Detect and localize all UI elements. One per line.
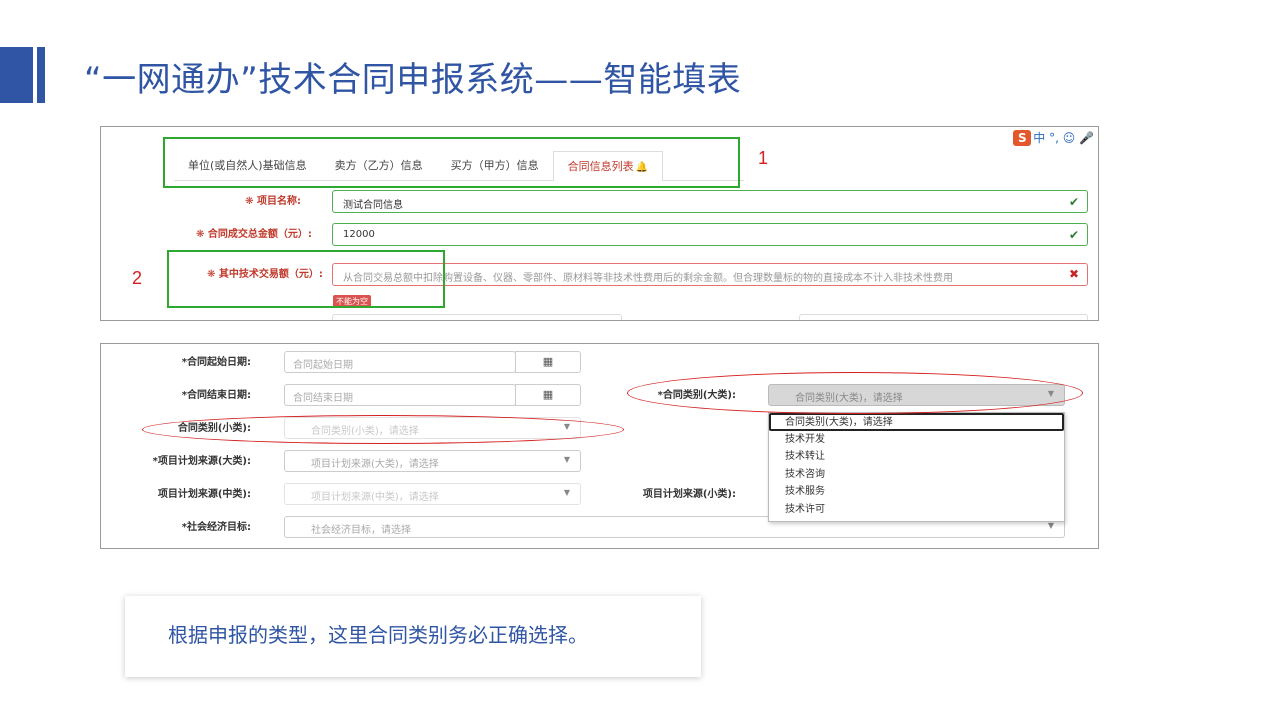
slide-title: “一网通办”技术合同申报系统——智能填表 <box>84 60 742 100</box>
note-box: 根据申报的类型，这里合同类别务必正确选择。 <box>125 596 701 677</box>
plan-source-minor-label: 项目计划来源(小类): <box>642 489 736 500</box>
plan-source-mid-label: 项目计划来源(中类): <box>157 489 251 500</box>
dropdown-option[interactable]: 技术咨询 <box>769 466 1064 484</box>
check-icon: ✔ <box>1068 228 1079 242</box>
contract-info-screenshot: S中 °, ☺ 🎤 单位(或自然人)基础信息 卖方（乙方）信息 买方（甲方）信息… <box>100 126 1099 321</box>
caret-down-icon: ▼ <box>1047 521 1054 530</box>
next-field-stub <box>799 314 1088 320</box>
note-text: 根据申报的类型，这里合同类别务必正确选择。 <box>168 623 588 647</box>
highlight-ellipse-category-major <box>627 372 1083 414</box>
dropdown-option[interactable]: 技术转让 <box>769 448 1064 466</box>
calendar-icon[interactable]: ▦ <box>515 384 581 406</box>
tech-amount-input[interactable]: 从合同交易总额中扣除购置设备、仪器、零部件、原材料等非技术性费用后的剩余金额。但… <box>332 263 1088 286</box>
title-accent-bar-thin <box>37 47 45 103</box>
next-field-stub <box>332 314 622 320</box>
end-date-label: *合同结束日期: <box>181 390 251 401</box>
highlight-ellipse-category-minor <box>142 415 624 444</box>
end-date-input[interactable]: 合同结束日期 <box>284 384 516 406</box>
calendar-icon[interactable]: ▦ <box>515 351 581 373</box>
total-amount-input[interactable]: 12000 ✔ <box>332 223 1088 246</box>
callout-number-1: 1 <box>758 148 769 168</box>
ime-logo-icon: S <box>1013 130 1032 146</box>
ime-toolbar: S中 °, ☺ 🎤 <box>1013 129 1094 146</box>
error-icon: ✖ <box>1068 267 1079 281</box>
dropdown-option[interactable]: 技术开发 <box>769 431 1064 449</box>
dropdown-option[interactable]: 合同类别(大类)，请选择 <box>769 413 1064 431</box>
category-major-dropdown: 合同类别(大类)，请选择 技术开发 技术转让 技术咨询 技术服务 技术许可 <box>768 412 1065 522</box>
ime-status: 中 °, ☺ 🎤 <box>1033 131 1094 145</box>
total-amount-label: ❋ 合同成交总金额（元）: <box>196 229 312 240</box>
start-date-input[interactable]: 合同起始日期 <box>284 351 516 373</box>
caret-down-icon: ▼ <box>563 455 570 464</box>
contract-category-screenshot: *合同起始日期: 合同起始日期 ▦ *合同结束日期: 合同结束日期 ▦ *合同类… <box>100 343 1099 549</box>
check-icon: ✔ <box>1068 195 1079 209</box>
callout-number-2: 2 <box>132 268 143 288</box>
project-name-label: ❋ 项目名称: <box>245 196 301 207</box>
dropdown-option[interactable]: 技术许可 <box>769 501 1064 519</box>
start-date-label: *合同起始日期: <box>181 357 251 368</box>
plan-source-major-label: *项目计划来源(大类): <box>152 456 251 467</box>
project-name-input[interactable]: 测试合同信息 ✔ <box>332 190 1088 213</box>
title-accent-bar <box>0 47 33 103</box>
social-goal-label: *社会经济目标: <box>181 522 251 533</box>
highlight-tech-amount <box>167 250 445 308</box>
highlight-tabs <box>163 137 740 188</box>
caret-down-icon: ▼ <box>563 488 570 497</box>
plan-source-mid-select[interactable]: 项目计划来源(中类)，请选择 ▼ <box>284 483 581 505</box>
dropdown-option[interactable]: 技术服务 <box>769 483 1064 501</box>
plan-source-major-select[interactable]: 项目计划来源(大类)，请选择 ▼ <box>284 450 581 472</box>
